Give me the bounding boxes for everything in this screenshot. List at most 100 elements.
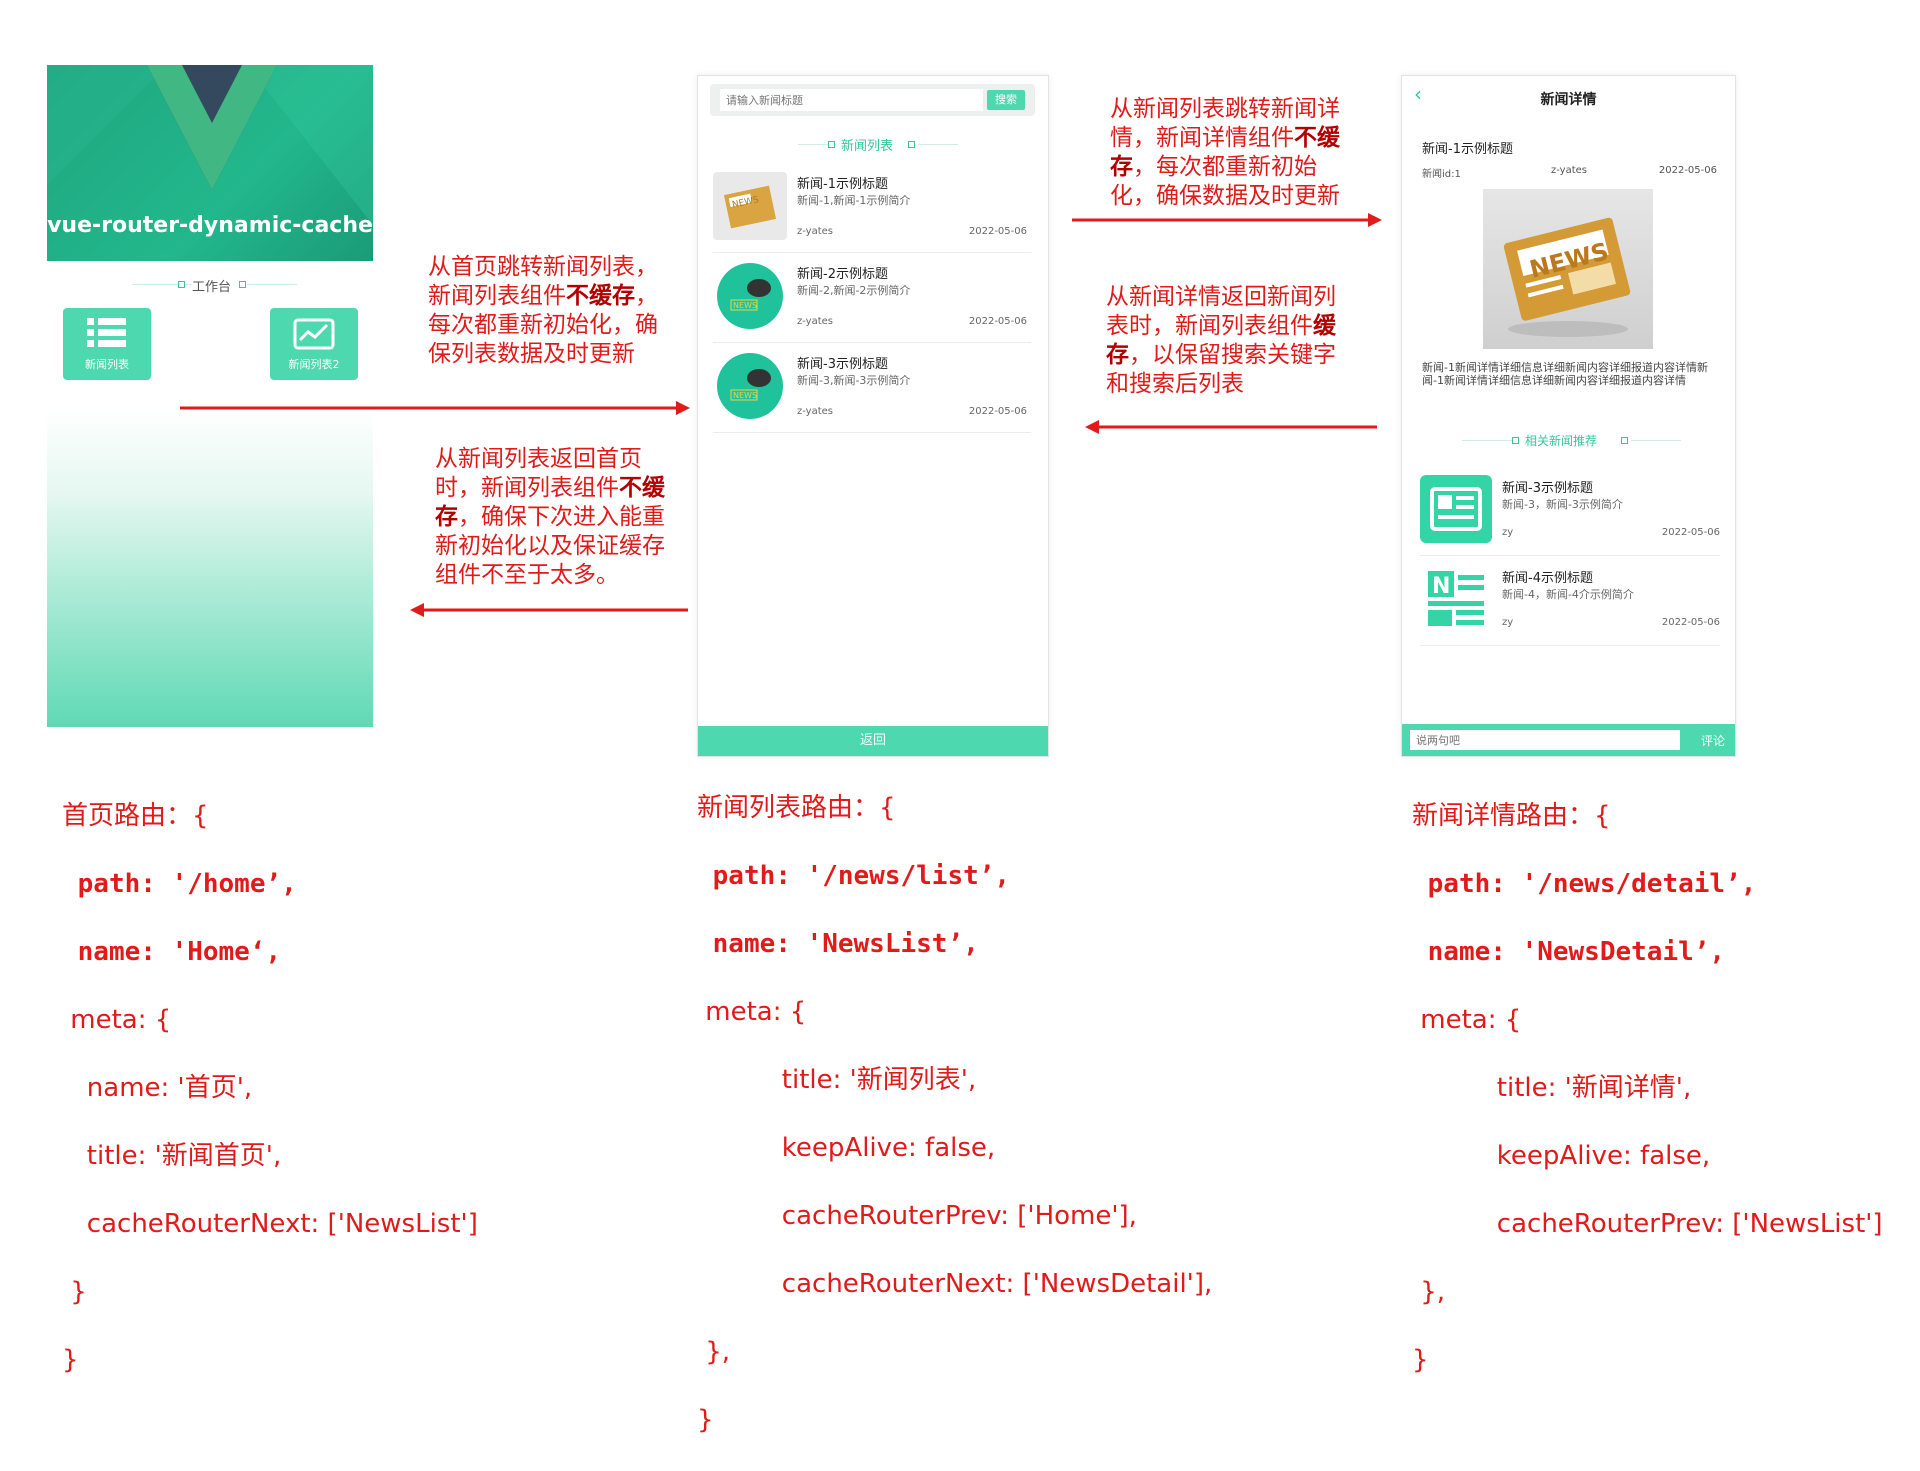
divider-dot bbox=[239, 281, 246, 288]
code-line: meta: { bbox=[62, 1005, 172, 1035]
app-title: vue-router-dynamic-cache bbox=[47, 213, 373, 238]
divider-dot bbox=[828, 141, 835, 148]
code-line: name: '首页', bbox=[62, 1073, 253, 1103]
item-author: z-yates bbox=[797, 316, 834, 327]
workspace-label: 工作台 bbox=[192, 280, 232, 295]
code-line: cacheRouterNext: ['NewsList'] bbox=[62, 1209, 478, 1239]
arrow-left bbox=[410, 603, 688, 617]
item-date: 2022-05-06 bbox=[1661, 617, 1720, 628]
route-home-code: 首页路由：{ path: '/home’, name: 'Home‘, meta… bbox=[62, 765, 478, 1411]
related-item[interactable]: 新闻-3示例标题 新闻-3，新闻-3示例简介 zy 2022-05-06 bbox=[1420, 469, 1720, 556]
code-line: meta: { bbox=[697, 997, 807, 1027]
item-author: zy bbox=[1502, 617, 1514, 628]
code-line: } bbox=[1412, 1345, 1429, 1375]
item-title: 新闻-3示例标题 bbox=[797, 357, 888, 372]
route-detail-code: 新闻详情路由：{ path: '/news/detail’, name: 'Ne… bbox=[1412, 765, 1883, 1411]
news-detail-screen: ‹ 新闻详情 新闻-1示例标题 新闻id:1 z-yates 2022-05-0… bbox=[1401, 75, 1736, 757]
arrow-right bbox=[180, 401, 690, 415]
code-line: cacheRouterNext: ['NewsDetail'], bbox=[757, 1269, 1213, 1299]
article-body: 新闻-1新闻详情详细信息详细新闻内容详细报道内容详情新闻-1新闻详情详细信息详细… bbox=[1422, 361, 1708, 387]
item-date: 2022-05-06 bbox=[1661, 527, 1720, 538]
code-line: title: '新闻列表', bbox=[757, 1065, 977, 1095]
code-line: path: '/home’, bbox=[62, 869, 297, 899]
note-list-to-home: 从新闻列表返回首页时，新闻列表组件不缓存，确保下次进入能重新初始化以及保证缓存组… bbox=[435, 445, 685, 590]
code-line: keepAlive: false, bbox=[757, 1133, 996, 1163]
code-line: title: '新闻详情', bbox=[1472, 1073, 1692, 1103]
article-author: z-yates bbox=[1551, 165, 1588, 176]
code-line: 新闻详情路由：{ bbox=[1412, 801, 1611, 831]
code-line: } bbox=[62, 1277, 87, 1307]
news-id: 新闻id:1 bbox=[1422, 169, 1461, 180]
related-title: 相关新闻推荐 bbox=[1525, 434, 1598, 448]
divider bbox=[1462, 440, 1512, 441]
note-text: 从新闻列表返回首页时，新闻列表组件 bbox=[435, 446, 642, 501]
page-title: 新闻详情 bbox=[1540, 92, 1597, 108]
hero-banner: vue-router-dynamic-cache bbox=[47, 65, 373, 261]
note-text: ，确保下次进入能重新初始化以及保证缓存组件不至于太多。 bbox=[435, 504, 665, 588]
item-date: 2022-05-06 bbox=[968, 226, 1027, 237]
item-author: zy bbox=[1502, 527, 1514, 538]
tile-news-list-2[interactable]: 新闻列表2 bbox=[270, 308, 358, 380]
back-button[interactable]: 返回 bbox=[698, 726, 1048, 756]
code-line: path: '/news/detail’, bbox=[1412, 869, 1757, 899]
chart-icon bbox=[293, 318, 335, 350]
search-button[interactable]: 搜索 bbox=[987, 90, 1025, 110]
note-text: ，以保留搜索关键字和搜索后列表 bbox=[1106, 342, 1336, 397]
svg-text:N: N bbox=[1432, 574, 1450, 599]
note-detail-to-list: 从新闻详情返回新闻列表时，新闻列表组件缓存，以保留搜索关键字和搜索后列表 bbox=[1106, 283, 1356, 399]
comment-input[interactable] bbox=[1410, 730, 1680, 750]
section-title: 新闻列表 bbox=[841, 139, 894, 154]
item-desc: 新闻-2,新闻-2示例简介 bbox=[797, 284, 911, 297]
note-text: ，每次都重新初始化，确保数据及时更新 bbox=[1110, 154, 1340, 209]
divider-dot bbox=[1621, 437, 1628, 444]
item-desc: 新闻-4，新闻-4介示例简介 bbox=[1502, 588, 1634, 601]
code-line: keepAlive: false, bbox=[1472, 1141, 1711, 1171]
item-title: 新闻-2示例标题 bbox=[797, 267, 888, 282]
item-author: z-yates bbox=[797, 226, 834, 237]
note-home-to-list: 从首页跳转新闻列表，新闻列表组件不缓存，每次都重新初始化，确保列表数据及时更新 bbox=[428, 253, 678, 369]
news-mic-icon: NEWS bbox=[717, 263, 783, 329]
news-list-screen: 搜索 新闻列表 NEWS 新闻-1示例标题 新闻-1,新闻-1示例简介 z-ya… bbox=[697, 75, 1049, 757]
search-bar: 搜索 bbox=[710, 84, 1035, 116]
code-line: name: 'NewsDetail’, bbox=[1412, 937, 1726, 967]
code-line: path: '/news/list’, bbox=[697, 861, 1011, 891]
item-title: 新闻-4示例标题 bbox=[1502, 571, 1593, 586]
list-item[interactable]: NEWS 新闻-1示例标题 新闻-1,新闻-1示例简介 z-yates 2022… bbox=[713, 166, 1031, 253]
code-line: }, bbox=[1412, 1277, 1446, 1307]
related-item[interactable]: N 新闻-4示例标题 新闻-4，新闻-4介示例简介 zy 2022-05-06 bbox=[1420, 559, 1720, 646]
detail-header: ‹ 新闻详情 bbox=[1402, 76, 1735, 112]
divider-dot bbox=[1512, 437, 1519, 444]
newspaper-icon: NEWS bbox=[713, 172, 787, 240]
comment-bar: 评论 bbox=[1402, 724, 1735, 756]
code-line: } bbox=[697, 1405, 714, 1435]
divider bbox=[918, 144, 958, 145]
item-desc: 新闻-3,新闻-3示例简介 bbox=[797, 374, 911, 387]
home-screen: vue-router-dynamic-cache 工作台 新闻列表 新闻列表2 bbox=[47, 65, 373, 727]
tile-news-list[interactable]: 新闻列表 bbox=[63, 308, 151, 380]
note-list-to-detail: 从新闻列表跳转新闻详情，新闻详情组件不缓存，每次都重新初始化，确保数据及时更新 bbox=[1110, 95, 1360, 211]
comment-button[interactable]: 评论 bbox=[1701, 732, 1725, 749]
search-input[interactable] bbox=[720, 89, 983, 111]
item-date: 2022-05-06 bbox=[968, 316, 1027, 327]
svg-text:NEWS: NEWS bbox=[733, 301, 757, 310]
list-item[interactable]: NEWS 新闻-3示例标题 新闻-3,新闻-3示例简介 z-yates 2022… bbox=[713, 346, 1031, 433]
tile-label: 新闻列表2 bbox=[288, 358, 340, 371]
code-line: name: 'NewsList’, bbox=[697, 929, 979, 959]
divider bbox=[247, 284, 297, 285]
article-icon bbox=[1420, 475, 1492, 543]
svg-text:NEWS: NEWS bbox=[733, 391, 757, 400]
divider-dot bbox=[178, 281, 185, 288]
item-date: 2022-05-06 bbox=[968, 406, 1027, 417]
tile-label: 新闻列表 bbox=[85, 358, 129, 371]
note-emphasis: 不缓存 bbox=[566, 283, 635, 309]
news-mic-icon: NEWS bbox=[717, 353, 783, 419]
list-icon bbox=[87, 318, 126, 347]
item-title: 新闻-3示例标题 bbox=[1502, 481, 1593, 496]
code-line: } bbox=[62, 1345, 79, 1375]
route-list-code: 新闻列表路由：{ path: '/news/list’, name: 'News… bbox=[697, 757, 1212, 1471]
code-line: cacheRouterPrev: ['Home'], bbox=[757, 1201, 1137, 1231]
code-line: name: 'Home‘, bbox=[62, 937, 282, 967]
list-item[interactable]: NEWS 新闻-2示例标题 新闻-2,新闻-2示例简介 z-yates 2022… bbox=[713, 256, 1031, 343]
item-author: z-yates bbox=[797, 406, 834, 417]
code-line: cacheRouterPrev: ['NewsList'] bbox=[1472, 1209, 1883, 1239]
